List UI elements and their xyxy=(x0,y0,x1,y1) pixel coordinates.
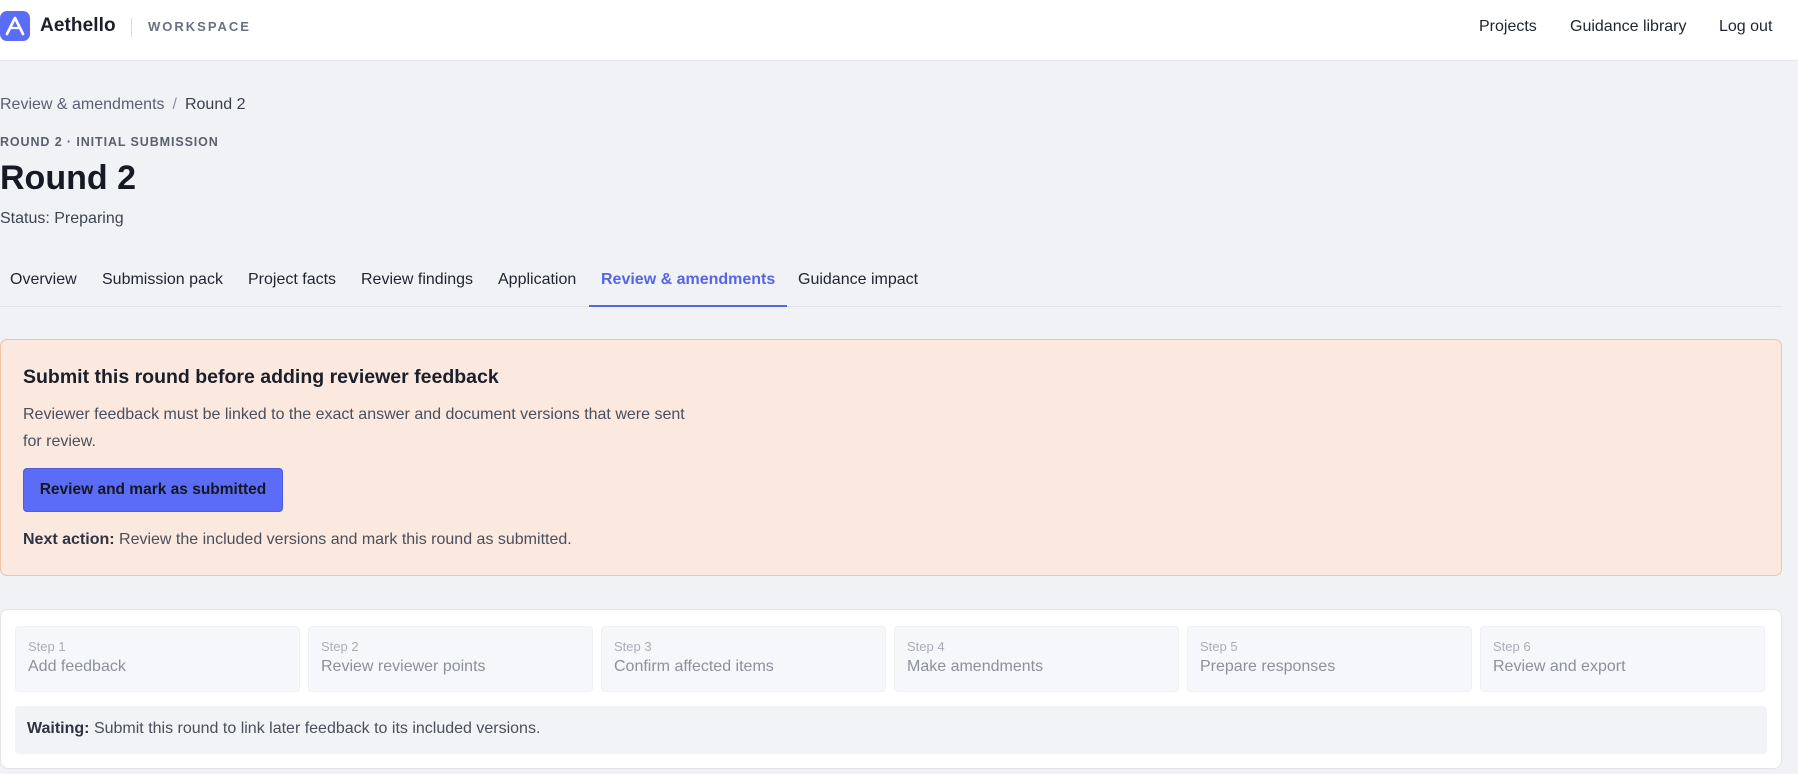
brand-name[interactable]: Aethello xyxy=(40,15,116,37)
step-make-amendments: Step 4 Make amendments xyxy=(894,626,1179,692)
step-label: Confirm affected items xyxy=(614,658,774,675)
tab-review-findings[interactable]: Review findings xyxy=(361,258,473,307)
breadcrumb-current: Round 2 xyxy=(184,96,246,113)
nav-guidance-library-link[interactable]: Guidance library xyxy=(1570,18,1687,36)
next-action-label: Next action: xyxy=(23,531,115,548)
step-label: Make amendments xyxy=(907,658,1044,675)
aethello-logo-icon[interactable] xyxy=(0,11,30,41)
waiting-label: Waiting: xyxy=(27,720,90,737)
step-label: Add feedback xyxy=(28,658,126,675)
brand-divider xyxy=(131,18,132,37)
step-prepare-responses: Step 5 Prepare responses xyxy=(1187,626,1472,692)
waiting-message: Waiting: Submit this round to link later… xyxy=(15,706,1767,754)
tab-guidance-impact[interactable]: Guidance impact xyxy=(798,258,918,307)
step-number: Step 3 xyxy=(614,639,652,654)
tab-application[interactable]: Application xyxy=(498,258,576,307)
waiting-description: Submit this round to link later feedback… xyxy=(89,720,541,737)
tab-overview[interactable]: Overview xyxy=(10,258,77,307)
workspace-label: WORKSPACE xyxy=(148,19,251,34)
nav-projects-link[interactable]: Projects xyxy=(1479,18,1537,36)
submission-required-alert: Submit this round before adding reviewer… xyxy=(0,339,1782,576)
step-number: Step 2 xyxy=(321,639,359,654)
step-confirm-affected-items: Step 3 Confirm affected items xyxy=(601,626,886,692)
round-eyebrow: ROUND 2 · INITIAL SUBMISSION xyxy=(0,135,219,149)
amendment-steps-card: Step 1 Add feedback Step 2 Review review… xyxy=(0,609,1782,769)
step-label: Review and export xyxy=(1493,658,1626,675)
alert-title: Submit this round before adding reviewer… xyxy=(23,366,499,388)
step-number: Step 4 xyxy=(907,639,945,654)
step-number: Step 5 xyxy=(1200,639,1238,654)
round-tabs: Overview Submission pack Project facts R… xyxy=(0,258,1782,307)
alert-body: Reviewer feedback must be linked to the … xyxy=(23,406,685,450)
tab-review-amendments[interactable]: Review & amendments xyxy=(589,258,788,307)
step-label: Review reviewer points xyxy=(321,658,486,675)
step-add-feedback: Step 1 Add feedback xyxy=(15,626,300,692)
step-review-reviewer-points: Step 2 Review reviewer points xyxy=(308,626,593,692)
step-number: Step 6 xyxy=(1493,639,1531,654)
top-navigation-bar: Aethello WORKSPACE Projects Guidance lib… xyxy=(0,0,1798,61)
step-number: Step 1 xyxy=(28,639,66,654)
breadcrumb-review-amendments-link[interactable]: Review & amendments xyxy=(0,96,165,113)
page-title: Round 2 xyxy=(0,159,136,197)
tab-project-facts[interactable]: Project facts xyxy=(248,258,336,307)
round-status: Status: Preparing xyxy=(0,210,124,227)
tab-submission-pack[interactable]: Submission pack xyxy=(102,258,223,307)
logout-link[interactable]: Log out xyxy=(1719,18,1772,36)
breadcrumb-separator: / xyxy=(172,96,177,113)
breadcrumb: Review & amendments / Round 2 xyxy=(0,96,245,114)
step-review-and-export: Step 6 Review and export xyxy=(1480,626,1765,692)
next-action-text: Next action: Review the included version… xyxy=(23,531,572,549)
step-label: Prepare responses xyxy=(1200,658,1336,675)
next-action-description: Review the included versions and mark th… xyxy=(114,531,572,548)
review-and-mark-submitted-button[interactable]: Review and mark as submitted xyxy=(23,468,283,512)
